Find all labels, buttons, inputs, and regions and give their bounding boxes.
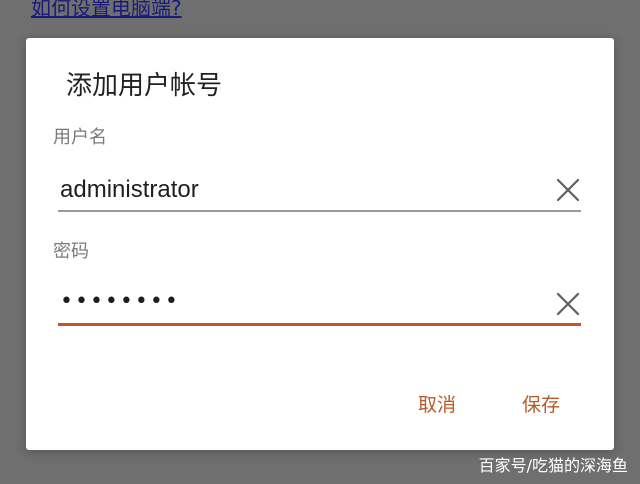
username-label: 用户名 [53, 127, 107, 148]
watermark: 百家号/吃猫的深海鱼 [478, 456, 628, 475]
clear-username-button[interactable] [554, 176, 582, 204]
username-field[interactable]: administrator [60, 174, 199, 206]
dialog-title: 添加用户帐号 [66, 71, 223, 101]
password-field[interactable]: •••••••• [60, 286, 180, 318]
password-label: 密码 [53, 241, 89, 262]
clear-password-button[interactable] [554, 290, 582, 318]
username-underline [58, 210, 581, 212]
password-underline [58, 323, 581, 326]
help-link[interactable]: 如何设置电脑端? [31, 0, 182, 22]
add-user-dialog: 添加用户帐号 用户名 administrator 密码 •••••••• 取消 … [26, 38, 614, 450]
close-icon [556, 178, 580, 202]
cancel-button[interactable]: 取消 [418, 392, 456, 418]
close-icon [556, 292, 580, 316]
save-button[interactable]: 保存 [522, 392, 560, 418]
